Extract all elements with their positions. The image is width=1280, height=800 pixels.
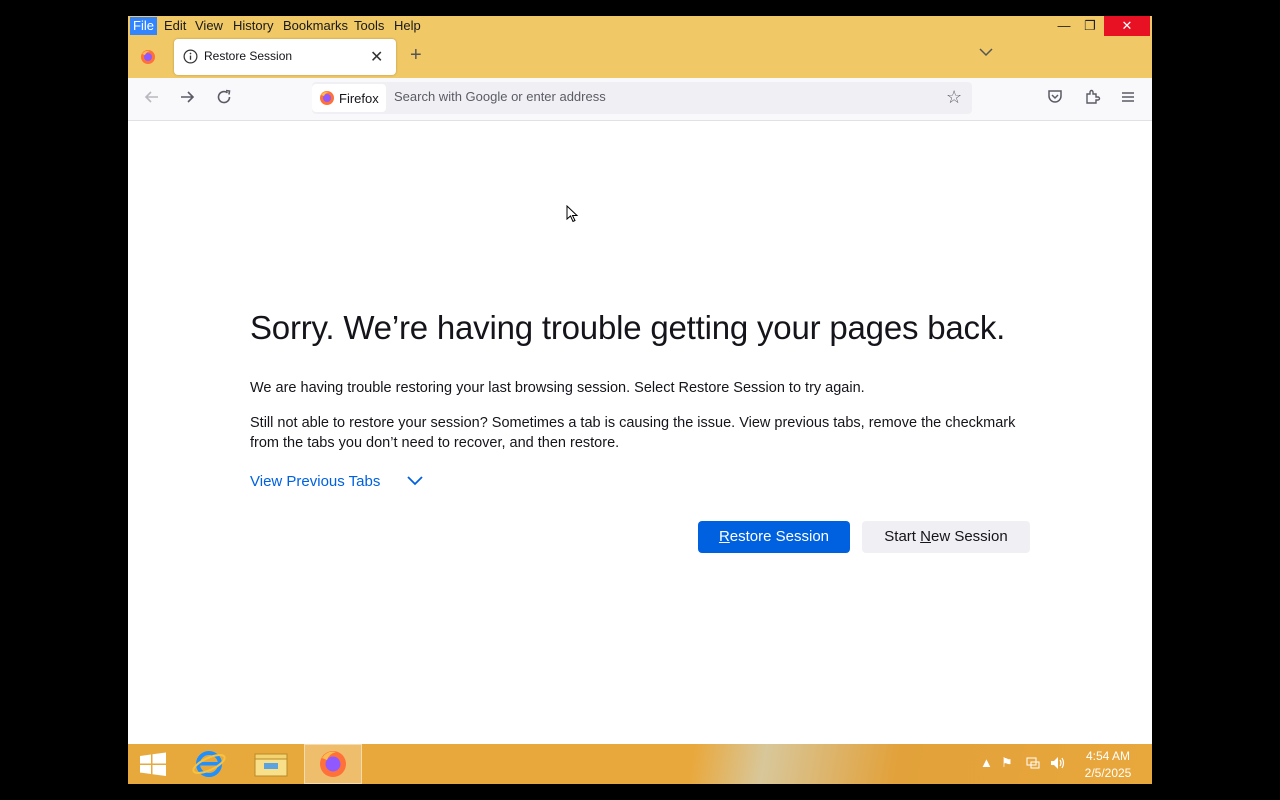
bookmark-star-icon[interactable]: ☆ bbox=[946, 87, 962, 108]
nav-bar: Firefox Search with Google or enter addr… bbox=[128, 78, 1152, 121]
menu-bookmarks[interactable]: Bookmarks bbox=[283, 18, 348, 34]
menu-bar: File Edit View History Bookmarks Tools H… bbox=[128, 16, 1152, 36]
back-arrow-icon[interactable] bbox=[141, 88, 163, 110]
identity-label: Firefox bbox=[339, 91, 379, 106]
menu-file[interactable]: File bbox=[130, 17, 157, 35]
menu-edit[interactable]: Edit bbox=[164, 18, 186, 34]
screen: File Edit View History Bookmarks Tools H… bbox=[128, 16, 1152, 784]
close-window-button[interactable]: ✕ bbox=[1104, 16, 1150, 36]
error-hint: Still not able to restore your session? … bbox=[250, 415, 1016, 451]
internet-explorer-icon[interactable] bbox=[180, 744, 238, 784]
network-icon[interactable] bbox=[1025, 755, 1041, 774]
show-hidden-icons-icon[interactable]: ▲ bbox=[980, 755, 993, 770]
restore-window-button[interactable]: ❐ bbox=[1072, 16, 1108, 36]
windows-start-icon[interactable] bbox=[128, 744, 186, 784]
reload-icon[interactable] bbox=[213, 88, 235, 110]
pocket-icon[interactable] bbox=[1044, 88, 1066, 110]
menu-tools[interactable]: Tools bbox=[354, 18, 384, 34]
chevron-down-icon[interactable] bbox=[406, 473, 424, 491]
error-description: We are having trouble restoring your las… bbox=[250, 380, 865, 396]
forward-arrow-icon[interactable] bbox=[176, 88, 198, 110]
restore-session-label-after: estore Session bbox=[729, 528, 830, 545]
action-center-flag-icon[interactable]: ⚑ bbox=[1001, 755, 1013, 771]
new-session-label-before: Start bbox=[884, 528, 921, 545]
restore-session-button[interactable]: Restore Session bbox=[698, 521, 850, 553]
menu-help[interactable]: Help bbox=[394, 18, 421, 34]
clock-time[interactable]: 4:54 AM bbox=[1083, 749, 1133, 763]
tab-title: Restore Session bbox=[204, 49, 293, 63]
volume-speaker-icon[interactable] bbox=[1049, 755, 1067, 774]
page-title: Sorry. We’re having trouble getting your… bbox=[250, 309, 1006, 346]
page-content: Sorry. We’re having trouble getting your… bbox=[128, 121, 1152, 744]
firefox-view-icon[interactable] bbox=[140, 49, 156, 70]
menu-history[interactable]: History bbox=[233, 18, 273, 34]
firefox-logo-icon bbox=[319, 90, 335, 111]
firefox-taskbar-icon[interactable] bbox=[304, 744, 362, 784]
new-tab-plus-icon[interactable]: + bbox=[410, 44, 422, 67]
clock-date[interactable]: 2/5/2025 bbox=[1083, 766, 1133, 780]
view-previous-tabs-link[interactable]: View Previous Tabs bbox=[250, 473, 380, 490]
mouse-cursor-icon bbox=[566, 204, 580, 228]
menu-view[interactable]: View bbox=[195, 18, 223, 34]
taskbar: ▲ ⚑ 4:54 AM 2/5/2025 bbox=[128, 744, 1152, 784]
new-session-accesskey: N bbox=[920, 528, 931, 545]
identity-box[interactable]: Firefox bbox=[312, 84, 386, 112]
new-session-label-after: ew Session bbox=[930, 528, 1008, 545]
list-all-tabs-chevron-icon[interactable] bbox=[978, 44, 994, 60]
info-icon bbox=[183, 49, 198, 69]
address-input[interactable]: Search with Google or enter address bbox=[394, 89, 606, 104]
tab-strip: Restore Session ✕ + bbox=[128, 36, 1152, 78]
tab-restore-session[interactable]: Restore Session ✕ bbox=[174, 39, 396, 75]
tab-close-icon[interactable]: ✕ bbox=[370, 47, 383, 67]
restore-session-accesskey: R bbox=[718, 528, 730, 545]
extensions-puzzle-icon[interactable] bbox=[1081, 88, 1103, 110]
start-new-session-button[interactable]: Start New Session bbox=[862, 521, 1030, 553]
hamburger-menu-icon[interactable] bbox=[1117, 88, 1139, 110]
url-bar[interactable]: Firefox Search with Google or enter addr… bbox=[312, 82, 972, 114]
file-explorer-icon[interactable] bbox=[242, 744, 300, 784]
